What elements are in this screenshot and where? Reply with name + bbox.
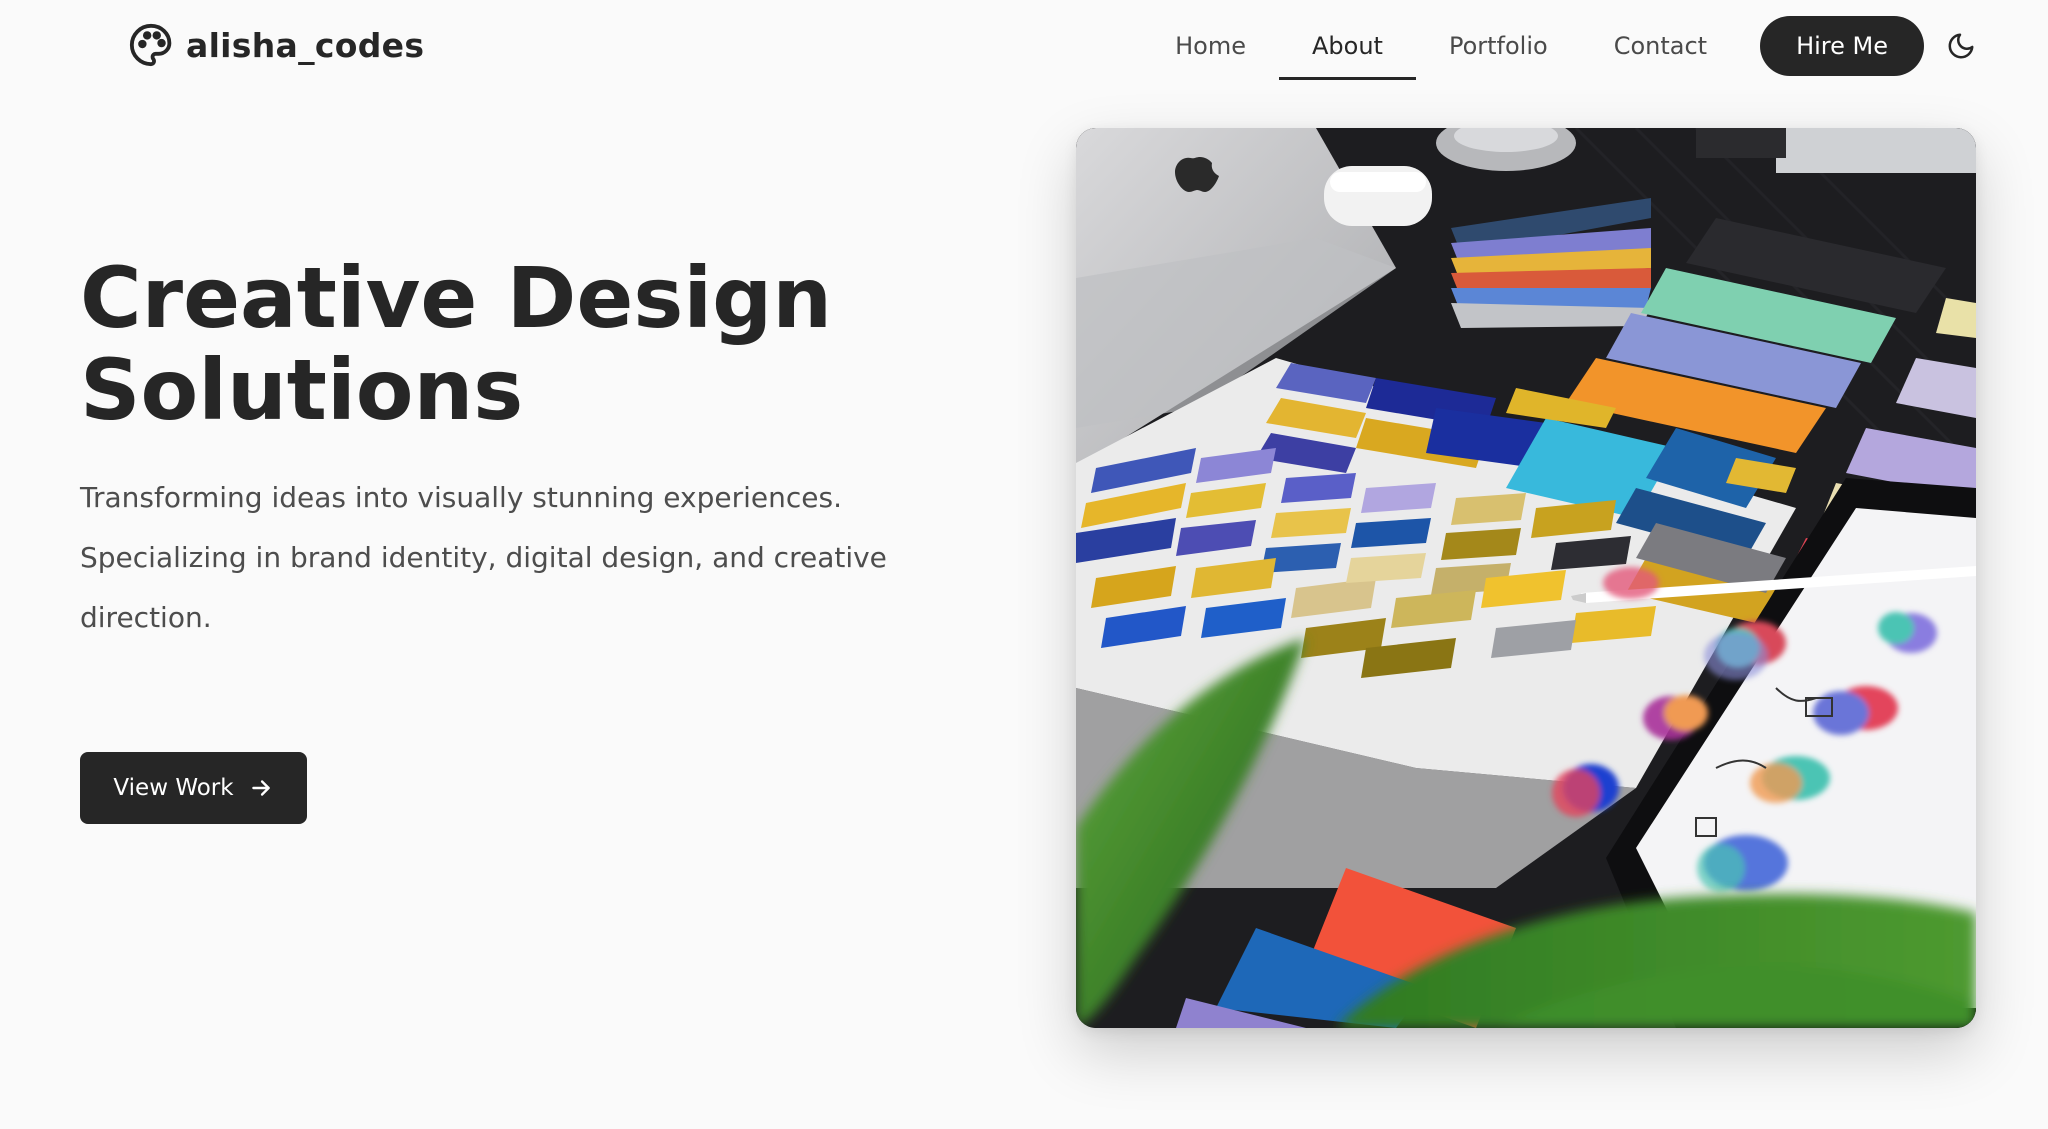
brand-logo[interactable]: alisha_codes <box>128 22 424 68</box>
theme-toggle-button[interactable] <box>1944 29 1978 63</box>
hire-me-button[interactable]: Hire Me <box>1760 16 1924 76</box>
brand-name: alisha_codes <box>186 25 425 65</box>
main-nav: Home About Portfolio Contact Hire Me <box>1142 14 1978 80</box>
nav-home-link[interactable]: Home <box>1142 14 1279 78</box>
nav-contact-link[interactable]: Contact <box>1581 14 1740 78</box>
nav-about-link[interactable]: About <box>1279 14 1416 80</box>
hero-title-line2: Solutions <box>80 341 524 439</box>
hero-description: Transforming ideas into visually stunnin… <box>80 481 887 634</box>
palette-icon <box>128 22 174 68</box>
arrow-right-icon <box>248 775 274 801</box>
moon-icon <box>1946 31 1976 61</box>
hero-title-line1: Creative Design <box>80 249 833 347</box>
nav-portfolio-link[interactable]: Portfolio <box>1416 14 1581 78</box>
hero-title: Creative Design Solutions <box>80 252 980 436</box>
view-work-button[interactable]: View Work <box>80 752 307 824</box>
view-work-label: View Work <box>113 775 234 801</box>
hero-image <box>1076 128 1976 1028</box>
